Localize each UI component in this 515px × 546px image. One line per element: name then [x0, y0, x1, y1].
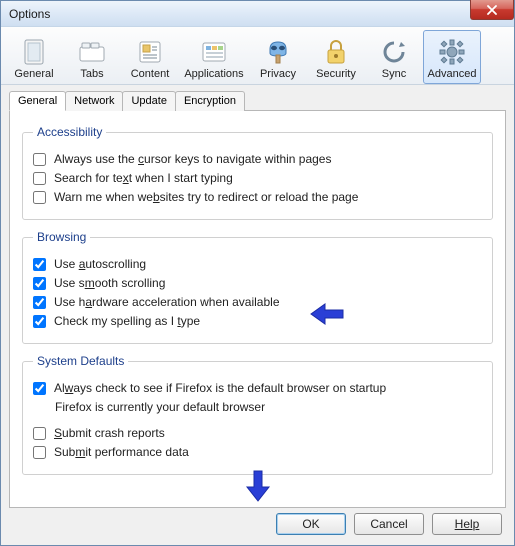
category-content[interactable]: Content: [121, 30, 179, 84]
performance-data-checkbox[interactable]: [33, 446, 46, 459]
search-typing-label: Search for text when I start typing: [54, 171, 233, 185]
default-browser-checkbox[interactable]: [33, 382, 46, 395]
crash-reports-label: Submit crash reports: [54, 426, 165, 440]
category-general[interactable]: General: [5, 30, 63, 84]
hardware-accel-label: Use hardware acceleration when available: [54, 295, 280, 309]
tabs-icon: [78, 38, 106, 66]
default-browser-label: Always check to see if Firefox is the de…: [54, 381, 386, 395]
subtab-update[interactable]: Update: [122, 91, 175, 111]
category-security-label: Security: [316, 68, 356, 80]
help-button[interactable]: Help: [432, 513, 502, 535]
window-title: Options: [5, 7, 50, 21]
category-advanced-label: Advanced: [428, 68, 477, 80]
options-window: Options General Tabs Content Application…: [0, 0, 515, 546]
cancel-button[interactable]: Cancel: [354, 513, 424, 535]
browsing-legend: Browsing: [33, 230, 90, 244]
tab-panel: Accessibility Always use the cursor keys…: [9, 110, 506, 508]
applications-icon: [200, 38, 228, 66]
privacy-icon: [264, 38, 292, 66]
smooth-scrolling-checkbox[interactable]: [33, 277, 46, 290]
hardware-accel-checkbox[interactable]: [33, 296, 46, 309]
annotation-arrow-down-icon: [245, 469, 271, 503]
sync-icon: [380, 38, 408, 66]
spellcheck-checkbox[interactable]: [33, 315, 46, 328]
warn-redirect-label: Warn me when websites try to redirect or…: [54, 190, 358, 204]
security-icon: [322, 38, 350, 66]
category-security[interactable]: Security: [307, 30, 365, 84]
smooth-scrolling-label: Use smooth scrolling: [54, 276, 165, 290]
category-applications[interactable]: Applications: [179, 30, 249, 84]
category-privacy[interactable]: Privacy: [249, 30, 307, 84]
browsing-group: Browsing Use autoscrolling Use smooth sc…: [22, 230, 493, 344]
subtab-encryption[interactable]: Encryption: [175, 91, 245, 111]
subtab-general[interactable]: General: [9, 91, 66, 111]
category-sync-label: Sync: [382, 68, 406, 80]
category-tabs-label: Tabs: [80, 68, 103, 80]
general-icon: [20, 38, 48, 66]
warn-redirect-checkbox[interactable]: [33, 191, 46, 204]
category-content-label: Content: [131, 68, 170, 80]
default-browser-status: Firefox is currently your default browse…: [55, 400, 482, 414]
accessibility-group: Accessibility Always use the cursor keys…: [22, 125, 493, 220]
category-tabs[interactable]: Tabs: [63, 30, 121, 84]
system-defaults-legend: System Defaults: [33, 354, 128, 368]
close-button[interactable]: [470, 0, 514, 20]
subtab-strip: General Network Update Encryption: [9, 91, 514, 111]
performance-data-label: Submit performance data: [54, 445, 189, 459]
close-icon: [486, 5, 498, 15]
subtab-network[interactable]: Network: [65, 91, 123, 111]
cursor-keys-label: Always use the cursor keys to navigate w…: [54, 152, 331, 166]
accessibility-legend: Accessibility: [33, 125, 106, 139]
crash-reports-checkbox[interactable]: [33, 427, 46, 440]
category-applications-label: Applications: [184, 68, 243, 80]
category-toolbar: General Tabs Content Applications Privac…: [1, 27, 514, 85]
advanced-icon: [438, 38, 466, 66]
ok-button[interactable]: OK: [276, 513, 346, 535]
system-defaults-group: System Defaults Always check to see if F…: [22, 354, 493, 475]
search-typing-checkbox[interactable]: [33, 172, 46, 185]
annotation-arrow-left-icon: [309, 302, 345, 326]
category-sync[interactable]: Sync: [365, 30, 423, 84]
titlebar: Options: [1, 1, 514, 27]
button-bar: OK Cancel Help: [276, 513, 502, 535]
help-button-label: Help: [455, 517, 480, 531]
autoscrolling-label: Use autoscrolling: [54, 257, 146, 271]
category-privacy-label: Privacy: [260, 68, 296, 80]
autoscrolling-checkbox[interactable]: [33, 258, 46, 271]
category-general-label: General: [14, 68, 53, 80]
content-icon: [136, 38, 164, 66]
spellcheck-label: Check my spelling as I type: [54, 314, 200, 328]
category-advanced[interactable]: Advanced: [423, 30, 481, 84]
cursor-keys-checkbox[interactable]: [33, 153, 46, 166]
